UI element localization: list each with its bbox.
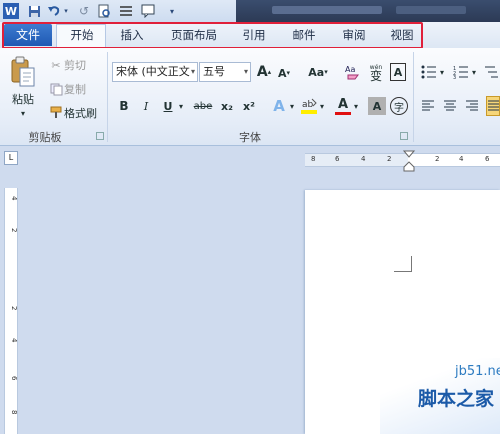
paste-dropdown-icon[interactable]: ▾ (18, 108, 28, 118)
change-case-button[interactable]: Aa ▾ (306, 63, 330, 81)
group-separator (413, 52, 414, 142)
undo-dropdown-icon[interactable]: ▾ (62, 3, 70, 19)
tab-home-label[interactable]: 开始 (62, 24, 102, 46)
comment-icon[interactable] (140, 3, 156, 19)
ruler-tick: 8 (311, 155, 316, 163)
svg-text:Aa: Aa (345, 65, 355, 74)
print-preview-icon[interactable] (96, 3, 112, 19)
underline-button[interactable]: U (160, 98, 176, 114)
ruler-tick: 4 (459, 155, 464, 163)
undo-icon[interactable] (46, 3, 62, 19)
strikethrough-button[interactable]: abe (192, 98, 214, 114)
highlight-icon[interactable]: ab (300, 96, 318, 116)
clear-format-icon[interactable]: Aa (344, 62, 362, 82)
numbering-dropdown-icon[interactable]: ▾ (470, 64, 478, 80)
char-shading-button[interactable]: A (368, 97, 386, 115)
tab-references[interactable]: 引用 (234, 24, 274, 46)
shrink-font-button[interactable]: A ▾ (276, 65, 292, 81)
word-app-icon[interactable]: W (3, 3, 19, 19)
tab-selector-button[interactable]: L (4, 151, 18, 165)
text-margin-corner (394, 256, 412, 272)
ruler-tick: 2 (387, 155, 392, 163)
text-effect-dropdown-icon[interactable]: ▾ (288, 98, 296, 114)
paste-icon[interactable] (8, 54, 38, 90)
text-effect-button[interactable]: A (270, 97, 288, 115)
ruler-tick: 6 (485, 155, 490, 163)
italic-button[interactable]: I (138, 98, 154, 114)
numbering-icon[interactable]: 123 (452, 64, 470, 80)
svg-text:3: 3 (453, 75, 456, 79)
align-center-icon[interactable] (442, 98, 458, 114)
char-border-button[interactable]: A (390, 63, 406, 81)
ruler-tick: 6 (335, 155, 340, 163)
cut-label[interactable]: 剪切 (64, 57, 86, 73)
bullets-icon[interactable] (420, 64, 438, 80)
ruler-tick: 8 (10, 410, 18, 415)
font-launcher-icon[interactable] (400, 132, 408, 140)
chevron-down-icon[interactable]: ▾ (244, 63, 248, 81)
align-right-icon[interactable] (464, 98, 480, 114)
cut-icon[interactable]: ✂ (48, 57, 64, 73)
font-color-icon: A (337, 96, 349, 112)
font-size-combo[interactable]: 五号 ▾ (199, 62, 251, 82)
enclose-char-button[interactable]: 字 (390, 97, 408, 115)
ruler-tick: 2 (435, 155, 440, 163)
font-group-label: 字体 (239, 131, 261, 144)
svg-text:ab: ab (302, 100, 314, 110)
tab-insert[interactable]: 插入 (112, 24, 152, 46)
ruler-tick: 2 (10, 306, 18, 311)
ruler-tick: 6 (10, 376, 18, 381)
paste-label[interactable]: 粘贴 (10, 92, 36, 106)
tab-page-layout[interactable]: 页面布局 (164, 24, 224, 46)
customize-qat-icon[interactable]: ▾ (164, 3, 180, 19)
multilevel-list-icon[interactable] (482, 64, 500, 80)
grow-font-button[interactable]: A ▴ (256, 63, 272, 81)
copy-label[interactable]: 复制 (64, 81, 86, 97)
underline-dropdown-icon[interactable]: ▾ (176, 98, 186, 114)
change-case-icon: Aa (308, 65, 325, 79)
tab-view[interactable]: 视图 (382, 24, 422, 46)
justify-icon[interactable] (486, 96, 500, 116)
tab-mailings[interactable]: 邮件 (284, 24, 324, 46)
format-painter-label[interactable]: 格式刷 (64, 105, 97, 121)
vertical-ruler[interactable]: 4 2 2 4 6 8 (4, 188, 18, 434)
tab-review[interactable]: 审阅 (334, 24, 374, 46)
bold-button[interactable]: B (116, 98, 132, 114)
bullets-dropdown-icon[interactable]: ▾ (438, 64, 446, 80)
copy-icon[interactable] (48, 81, 64, 97)
grow-font-icon: A (256, 64, 268, 80)
shrink-font-icon: A (277, 66, 287, 80)
chevron-down-icon[interactable]: ▾ (191, 63, 195, 81)
font-name-combo[interactable]: 宋体 (中文正文 ▾ (112, 62, 198, 82)
ruler-tick: 4 (10, 338, 18, 343)
superscript-button[interactable]: x² (240, 98, 258, 114)
tab-file[interactable]: 文件 (4, 24, 52, 46)
watermark-url: jb51.net (455, 364, 500, 379)
group-separator (107, 52, 108, 142)
title-bar (236, 0, 500, 22)
align-icon[interactable] (118, 3, 134, 19)
save-icon[interactable] (26, 3, 42, 19)
font-color-button[interactable]: A (334, 96, 352, 116)
phonetic-guide-button[interactable]: wén 变 (366, 62, 386, 82)
clipboard-launcher-icon[interactable] (96, 132, 104, 140)
font-size-value: 五号 (203, 65, 225, 78)
align-left-icon[interactable] (420, 98, 436, 114)
font-color-dropdown-icon[interactable]: ▾ (352, 98, 360, 114)
ruler-tick: 2 (10, 228, 18, 233)
highlight-dropdown-icon[interactable]: ▾ (318, 98, 326, 114)
watermark-brand: 脚本之家 (418, 388, 495, 410)
subscript-button[interactable]: x₂ (218, 98, 236, 114)
indent-marker-icon[interactable] (402, 150, 416, 172)
font-name-value: 宋体 (中文正文 (116, 65, 190, 78)
ruler-tick: 4 (10, 196, 18, 201)
redo-icon[interactable]: ↺ (76, 3, 92, 19)
format-painter-icon[interactable] (48, 105, 64, 121)
ruler-tick: 4 (361, 155, 366, 163)
clipboard-group-label: 剪贴板 (28, 131, 62, 144)
